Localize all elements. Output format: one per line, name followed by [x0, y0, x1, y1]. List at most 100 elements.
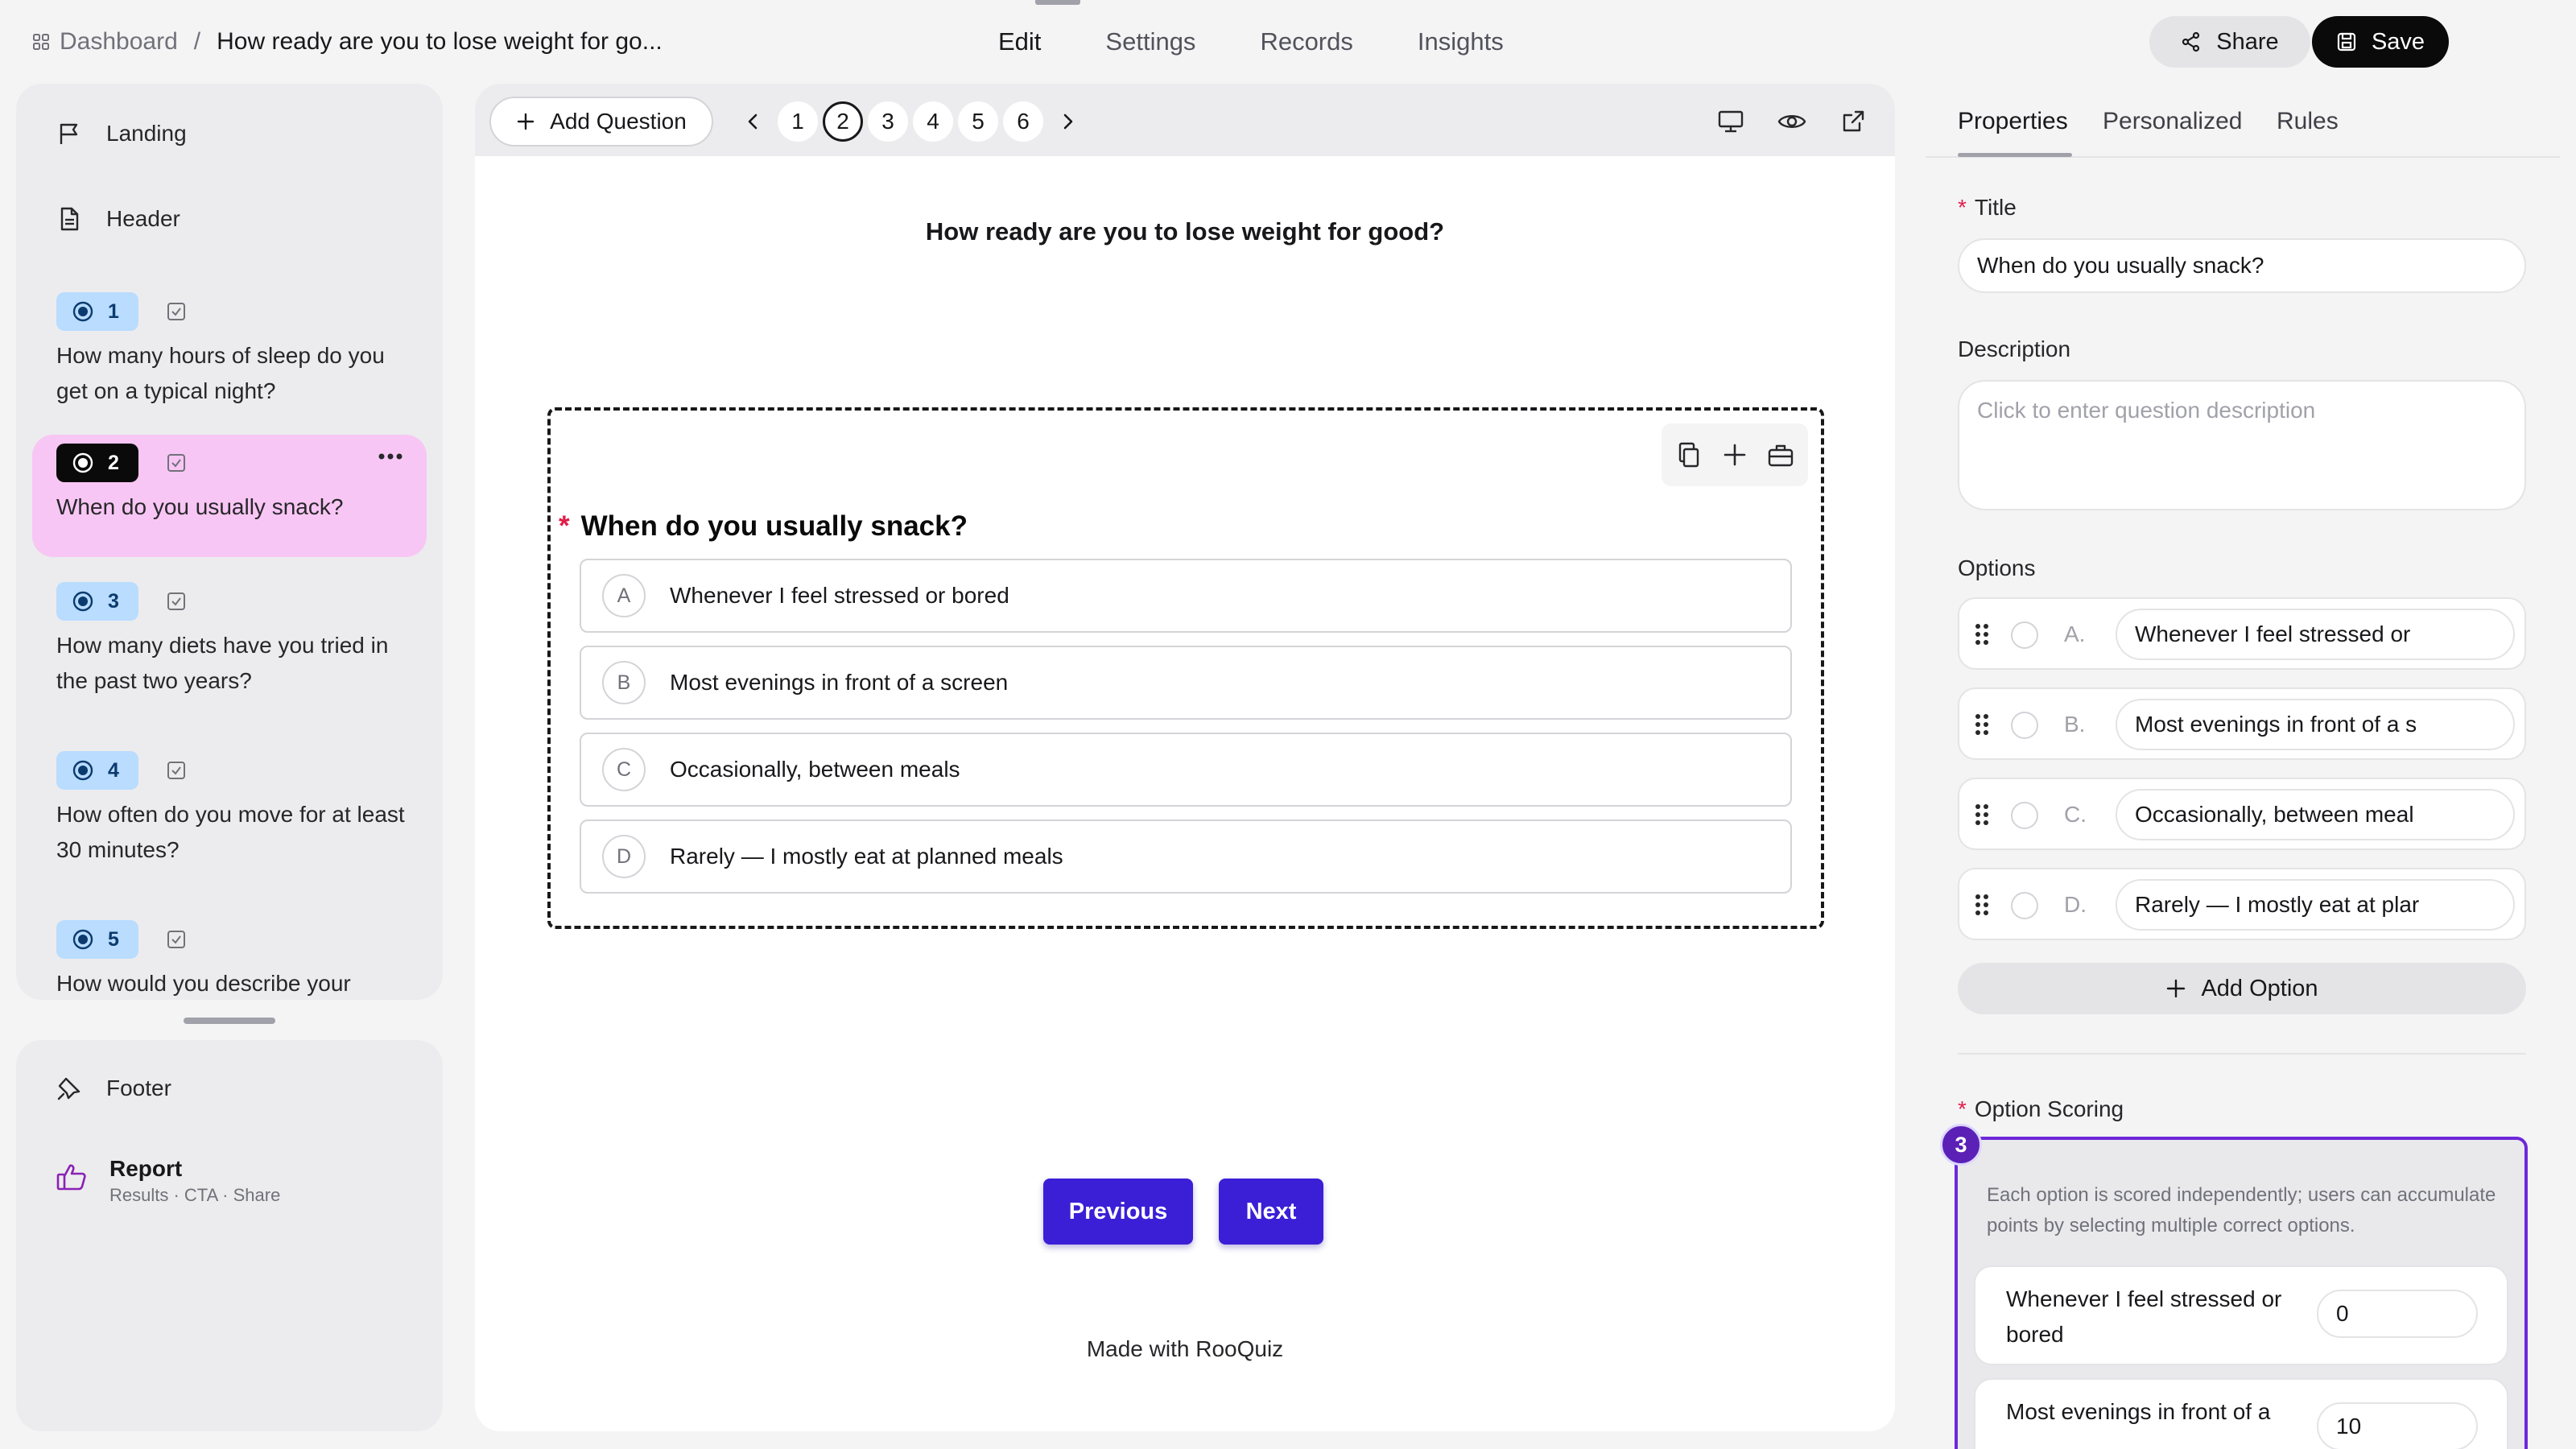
option-d[interactable]: D Rarely — I mostly eat at planned meals [580, 819, 1792, 894]
active-tab-indicator [1958, 153, 2072, 157]
properties-panel: Properties Personalized Rules *Title Des… [1926, 84, 2560, 1449]
options-label: Options [1958, 555, 2036, 580]
share-button[interactable]: Share [2149, 16, 2310, 68]
save-icon [2336, 31, 2357, 52]
score-input[interactable] [2317, 1290, 2478, 1338]
option-radio[interactable] [2011, 621, 2038, 649]
tab-personalized[interactable]: Personalized [2103, 108, 2242, 135]
properties-tabs: Properties Personalized Rules [1926, 84, 2560, 158]
score-option-label: Most evenings in front of a [2006, 1399, 2271, 1424]
option-radio[interactable] [2011, 802, 2038, 829]
question-title: * When do you usually snack? [559, 510, 968, 542]
page-5-button[interactable]: 5 [958, 101, 998, 142]
chevron-right-icon [1063, 114, 1073, 130]
add-question-button[interactable]: Add Question [489, 97, 713, 147]
previous-button[interactable]: Previous [1043, 1179, 1193, 1245]
page-2-button[interactable]: 2 [823, 101, 863, 142]
page-1-button[interactable]: 1 [778, 101, 818, 142]
tab-settings[interactable]: Settings [1073, 0, 1228, 84]
sidebar-item-header[interactable]: Header [56, 195, 180, 243]
page-6-button[interactable]: 6 [1003, 101, 1043, 142]
top-bar: Dashboard / How ready are you to lose we… [0, 0, 2576, 84]
score-row: Most evenings in front of a [1974, 1378, 2508, 1449]
document-icon [56, 206, 82, 232]
chevron-left-icon [748, 114, 758, 130]
description-input[interactable] [1958, 380, 2526, 510]
editor-toolbar: Add Question 1 2 3 4 5 6 [475, 84, 1895, 156]
option-letter: A [602, 574, 646, 617]
radio-type-icon [72, 591, 93, 612]
sidebar-question-3[interactable]: 3 How many diets have you tried in the p… [32, 573, 427, 718]
page-4-button[interactable]: 4 [913, 101, 953, 142]
sidebar-question-5[interactable]: 5 How would you describe your [32, 911, 427, 1000]
next-page-button[interactable] [1048, 101, 1088, 142]
question-text: How many hours of sleep do you get on a … [56, 343, 385, 403]
question-text: When do you usually snack? [56, 494, 344, 519]
option-d-input[interactable] [2116, 879, 2515, 931]
option-scoring-label: * Option Scoring [1958, 1096, 2124, 1121]
eye-preview-icon[interactable] [1773, 102, 1811, 141]
sidebar-item-footer[interactable]: Footer [56, 1064, 171, 1113]
drag-handle-icon[interactable] [1974, 712, 1990, 737]
option-c-input[interactable] [2116, 789, 2515, 840]
question-number-badge: 4 [56, 751, 138, 790]
option-radio[interactable] [2011, 892, 2038, 919]
main-tabs: Edit Settings Records Insights [966, 0, 1536, 84]
checkbox-icon [166, 452, 187, 473]
page-pagination: 1 2 3 4 5 6 [733, 101, 1088, 142]
sidebar-question-4[interactable]: 4 How often do you move for at least 30 … [32, 742, 427, 887]
drag-handle-icon[interactable] [1974, 802, 1990, 828]
option-text: Rarely — I mostly eat at planned meals [670, 844, 1063, 869]
sidebar-scrollbar[interactable] [184, 1018, 275, 1024]
breadcrumb-dashboard[interactable]: Dashboard [32, 28, 178, 56]
title-input[interactable] [1958, 238, 2526, 293]
option-editor-row: A. [1958, 597, 2526, 670]
external-link-icon[interactable] [1834, 102, 1872, 141]
tab-records[interactable]: Records [1228, 0, 1385, 84]
option-c[interactable]: C Occasionally, between meals [580, 733, 1792, 807]
page-3-button[interactable]: 3 [868, 101, 908, 142]
card-actions [1662, 423, 1808, 486]
tab-properties[interactable]: Properties [1958, 108, 2068, 135]
survey-title: How ready are you to lose weight for goo… [925, 217, 1445, 246]
option-text: Occasionally, between meals [670, 757, 960, 782]
option-b[interactable]: B Most evenings in front of a screen [580, 646, 1792, 720]
add-option-button[interactable]: Add Option [1958, 963, 2526, 1014]
sidebar-item-report[interactable]: Report Results · CTA · Share [56, 1154, 280, 1211]
copy-icon[interactable] [1670, 436, 1707, 473]
next-button[interactable]: Next [1219, 1179, 1323, 1245]
option-a-input[interactable] [2116, 609, 2515, 660]
question-card[interactable]: * When do you usually snack? A Whenever I… [547, 407, 1824, 929]
save-button[interactable]: Save [2312, 16, 2449, 68]
sidebar-bottom-section: Footer Report Results · CTA · Share [16, 1040, 443, 1431]
drag-handle-icon[interactable] [1974, 621, 1990, 647]
flag-icon [56, 121, 82, 147]
more-options-icon[interactable] [378, 452, 402, 460]
option-scoring-box: Each option is scored independently; use… [1955, 1137, 2528, 1449]
sidebar-question-2[interactable]: 2 When do you usually snack? [32, 435, 427, 557]
drag-handle-icon[interactable] [1974, 892, 1990, 918]
description-label: Description [1958, 336, 2071, 361]
option-radio[interactable] [2011, 712, 2038, 739]
checkbox-icon [166, 760, 187, 781]
prev-page-button[interactable] [733, 101, 773, 142]
tab-rules[interactable]: Rules [2277, 108, 2339, 135]
plus-icon [2165, 978, 2186, 999]
breadcrumb: Dashboard / How ready are you to lose we… [32, 26, 663, 58]
tab-insights[interactable]: Insights [1385, 0, 1536, 84]
sidebar-question-1[interactable]: 1 How many hours of sleep do you get on … [32, 283, 427, 420]
question-number-badge: 3 [56, 582, 138, 621]
option-a[interactable]: A Whenever I feel stressed or bored [580, 559, 1792, 633]
score-input[interactable] [2317, 1402, 2478, 1449]
desktop-preview-icon[interactable] [1711, 102, 1750, 141]
add-icon[interactable] [1716, 436, 1753, 473]
radio-type-icon [72, 452, 93, 473]
sidebar-item-landing[interactable]: Landing [56, 109, 187, 158]
score-row: Whenever I feel stressed or bored [1974, 1265, 2508, 1365]
report-title: Report [109, 1156, 183, 1181]
option-b-input[interactable] [2116, 699, 2515, 750]
question-number-badge: 5 [56, 920, 138, 959]
delete-icon[interactable] [1762, 436, 1799, 473]
section-divider [1958, 1053, 2526, 1055]
tab-edit[interactable]: Edit [966, 0, 1081, 84]
